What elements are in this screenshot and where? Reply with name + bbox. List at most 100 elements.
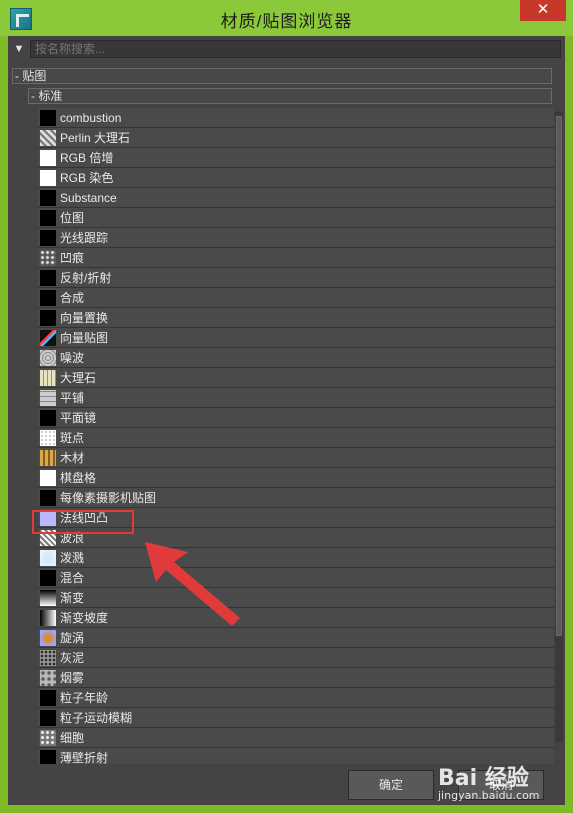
baidu-jingyan-watermark: Bai 经验 jingyan.baidu.com xyxy=(438,760,568,806)
map-list-item[interactable]: 噪波 xyxy=(38,348,554,368)
map-thumbnail-icon xyxy=(40,149,56,166)
map-label: 泼溅 xyxy=(60,551,85,565)
map-list-item[interactable]: 凹痕 xyxy=(38,248,554,268)
map-list-item[interactable]: Perlin 大理石 xyxy=(38,128,554,148)
map-label: 粒子运动模糊 xyxy=(60,711,133,725)
map-list-item[interactable]: 向量贴图 xyxy=(38,328,554,348)
map-list-item[interactable]: 泼溅 xyxy=(38,548,554,568)
map-thumbnail-icon xyxy=(40,569,56,586)
map-label: 合成 xyxy=(60,291,85,305)
map-thumbnail-icon xyxy=(40,669,56,686)
map-label: 渐变 xyxy=(60,591,85,605)
map-tree: - 贴图 - 标准 combustion Perlin 大理石 RGB 倍增 RGB … xyxy=(8,64,565,764)
map-label: 反射/折射 xyxy=(60,271,112,285)
map-thumbnail-icon xyxy=(40,629,56,646)
map-label: 凹痕 xyxy=(60,251,85,265)
map-list-item[interactable]: combustion xyxy=(38,108,554,128)
map-list-item[interactable]: 反射/折射 xyxy=(38,268,554,288)
map-list-item[interactable]: 旋涡 xyxy=(38,628,554,648)
map-label: combustion xyxy=(60,110,122,125)
map-thumbnail-icon xyxy=(40,389,56,406)
annotation-highlight-box xyxy=(32,510,134,534)
map-thumbnail-icon xyxy=(40,689,56,706)
map-label: 灰泥 xyxy=(60,651,85,665)
search-input[interactable] xyxy=(30,40,561,58)
map-thumbnail-icon xyxy=(40,409,56,426)
map-list-item[interactable]: 烟雾 xyxy=(38,668,554,688)
material-map-browser-window: 材质/贴图浏览器 ✕ ▼ - 贴图 - 标准 combustion Perlin … xyxy=(0,0,573,813)
map-thumbnail-icon xyxy=(40,169,56,186)
map-thumbnail-icon xyxy=(40,309,56,326)
map-list-item[interactable]: 混合 xyxy=(38,568,554,588)
map-thumbnail-icon xyxy=(40,329,56,346)
options-menu-icon[interactable]: ▼ xyxy=(12,41,26,57)
map-list-item[interactable]: 木材 xyxy=(38,448,554,468)
map-thumbnail-icon xyxy=(40,369,56,386)
map-label: 渐变坡度 xyxy=(60,611,109,625)
map-thumbnail-icon xyxy=(40,589,56,606)
map-thumbnail-icon xyxy=(40,189,56,206)
map-label: 光线跟踪 xyxy=(60,231,109,245)
map-list-item[interactable]: 每像素摄影机贴图 xyxy=(38,488,554,508)
map-thumbnail-icon xyxy=(40,249,56,266)
map-list-item[interactable]: 细胞 xyxy=(38,728,554,748)
map-label: 斑点 xyxy=(60,431,85,445)
watermark-brand: Bai 经验 xyxy=(438,766,529,791)
scrollbar-thumb[interactable] xyxy=(556,116,562,636)
map-thumbnail-icon xyxy=(40,549,56,566)
map-label: 平面镜 xyxy=(60,411,97,425)
map-label: 薄壁折射 xyxy=(60,751,109,764)
map-list-item[interactable]: RGB 倍增 xyxy=(38,148,554,168)
map-list-item[interactable]: Substance xyxy=(38,188,554,208)
map-thumbnail-icon xyxy=(40,749,56,764)
ok-button[interactable]: 确定 xyxy=(348,770,434,800)
browser-content: ▼ - 贴图 - 标准 combustion Perlin 大理石 RGB 倍增 RG… xyxy=(8,36,565,805)
close-button[interactable]: ✕ xyxy=(520,0,566,21)
map-label: 旋涡 xyxy=(60,631,85,645)
map-label: RGB 染色 xyxy=(60,171,114,185)
map-list-item[interactable]: 大理石 xyxy=(38,368,554,388)
map-thumbnail-icon xyxy=(40,729,56,746)
map-label: 位图 xyxy=(60,211,85,225)
map-label: 烟雾 xyxy=(60,671,85,685)
map-thumbnail-icon xyxy=(40,709,56,726)
map-list-item[interactable]: 光线跟踪 xyxy=(38,228,554,248)
map-label: 向量贴图 xyxy=(60,331,109,345)
map-label: 棋盘格 xyxy=(60,471,97,485)
map-list-item[interactable]: 渐变坡度 xyxy=(38,608,554,628)
map-label: 木材 xyxy=(60,451,85,465)
title-bar[interactable]: 材质/贴图浏览器 ✕ xyxy=(0,0,573,36)
map-label: 向量置换 xyxy=(60,311,109,325)
map-thumbnail-icon xyxy=(40,469,56,486)
map-label: 大理石 xyxy=(60,371,97,385)
map-thumbnail-icon xyxy=(40,229,56,246)
map-label: Substance xyxy=(60,190,117,205)
map-thumbnail-icon xyxy=(40,449,56,466)
map-list-item[interactable]: 平面镜 xyxy=(38,408,554,428)
group-standard-header[interactable]: - 标准 xyxy=(28,88,552,104)
group-maps-header[interactable]: - 贴图 xyxy=(12,68,552,84)
map-thumbnail-icon xyxy=(40,209,56,226)
window-title: 材质/贴图浏览器 xyxy=(220,12,353,31)
map-list-item[interactable]: 向量置换 xyxy=(38,308,554,328)
map-list-item[interactable]: 平铺 xyxy=(38,388,554,408)
map-thumbnail-icon xyxy=(40,109,56,126)
watermark-url: jingyan.baidu.com xyxy=(438,789,540,802)
map-list-item[interactable]: 粒子年龄 xyxy=(38,688,554,708)
map-thumbnail-icon xyxy=(40,609,56,626)
map-thumbnail-icon xyxy=(40,649,56,666)
map-list-item[interactable]: 灰泥 xyxy=(38,648,554,668)
map-label: 细胞 xyxy=(60,731,85,745)
map-list-item[interactable]: 合成 xyxy=(38,288,554,308)
map-thumbnail-icon xyxy=(40,349,56,366)
map-list-item[interactable]: 位图 xyxy=(38,208,554,228)
map-label: 混合 xyxy=(60,571,85,585)
map-list-item[interactable]: 渐变 xyxy=(38,588,554,608)
map-list-item[interactable]: 斑点 xyxy=(38,428,554,448)
standard-maps-list: combustion Perlin 大理石 RGB 倍增 RGB 染色 Substanc… xyxy=(38,108,554,764)
map-list-item[interactable]: 粒子运动模糊 xyxy=(38,708,554,728)
map-label: 平铺 xyxy=(60,391,85,405)
map-list-item[interactable]: 棋盘格 xyxy=(38,468,554,488)
map-list-item[interactable]: RGB 染色 xyxy=(38,168,554,188)
map-thumbnail-icon xyxy=(40,489,56,506)
